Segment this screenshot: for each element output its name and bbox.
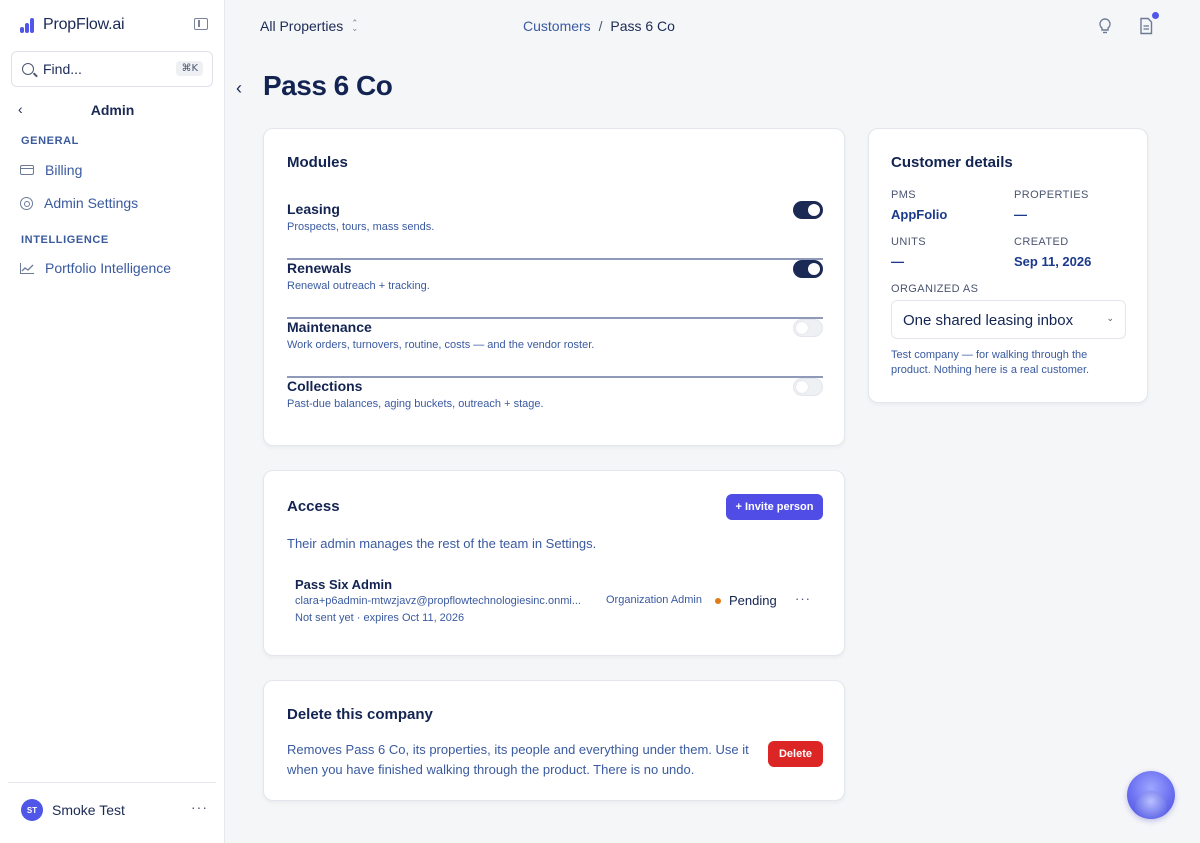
units-value: — [891,254,904,269]
admin-header: ‹ Admin [0,98,225,122]
admin-title: Admin [90,102,135,118]
module-name: Renewals [287,260,352,276]
sidebar-collapse-icon[interactable] [194,18,208,30]
breadcrumb: Customers / Pass 6 Co [523,18,675,34]
module-maintenance: Maintenance Work orders, turnovers, rout… [287,319,823,378]
properties-value: — [1014,207,1027,222]
app-name: PropFlow.ai [43,16,125,33]
notification-dot [1152,12,1159,19]
invite-person-button[interactable]: + Invite person [726,494,823,520]
pms-value: AppFolio [891,207,948,222]
breadcrumb-current: Pass 6 Co [610,18,675,34]
avatar: ST [21,799,43,821]
property-selector[interactable]: All Properties ⌃ ⌄ [260,18,359,34]
status-badge: Pending [729,593,777,608]
search-shortcut: ⌘K [176,61,203,76]
section-label-general: GENERAL [21,135,79,147]
access-title: Access [287,498,340,515]
module-description: Work orders, turnovers, routine, costs —… [287,339,595,351]
assistant-launcher-icon[interactable] [1127,771,1175,819]
pms-label: PMS [891,189,917,201]
row-more-icon[interactable]: ··· [795,591,811,606]
gear-icon [20,196,33,210]
line-chart-icon [20,262,34,274]
chevron-up-down-icon: ⌃ ⌄ [351,18,359,33]
module-description: Renewal outreach + tracking. [287,280,430,292]
person-email: clara+p6admin-mtwzjavz@propflowtechnolog… [295,595,581,607]
status-dot [715,598,721,604]
units-label: UNITS [891,236,926,248]
maintenance-toggle[interactable] [793,319,823,337]
credit-card-icon [20,165,34,175]
created-label: CREATED [1014,236,1069,248]
more-options-icon[interactable]: ··· [191,799,208,815]
search-box[interactable]: ⌘K [11,51,213,87]
sidebar-item-portfolio-intelligence[interactable]: Portfolio Intelligence [20,260,171,276]
module-renewals: Renewals Renewal outreach + tracking. [287,260,823,319]
search-input[interactable] [43,61,163,77]
properties-label: PROPERTIES [1014,189,1089,201]
module-name: Maintenance [287,319,372,335]
section-label-intelligence: INTELLIGENCE [21,234,109,246]
lightbulb-icon[interactable] [1097,17,1113,35]
leasing-toggle[interactable] [793,201,823,219]
customer-note: Test company — for walking through the p… [891,349,1090,376]
user-menu[interactable]: ST Smoke Test ··· [8,782,216,843]
access-subtitle: Their admin manages the rest of the team… [287,536,597,551]
module-description: Prospects, tours, mass sends. [287,221,435,233]
customer-details-title: Customer details [891,154,1013,171]
sidebar-item-admin-settings[interactable]: Admin Settings [20,195,138,211]
breadcrumb-separator: / [598,18,603,34]
page-title: Pass 6 Co [263,70,393,101]
back-chevron-icon[interactable]: ‹ [236,78,242,99]
person-role: Organization Admin [606,594,702,606]
delete-title: Delete this company [287,706,433,723]
organized-as-label: ORGANIZED AS [891,283,979,295]
renewals-toggle[interactable] [793,260,823,278]
delete-description: Removes Pass 6 Co, its properties, its p… [287,742,749,777]
document-icon[interactable] [1138,17,1154,35]
delete-button[interactable]: Delete [768,741,823,767]
collections-toggle[interactable] [793,378,823,396]
access-card: Access + Invite person Their admin manag… [263,470,845,656]
sidebar: PropFlow.ai ⌘K ‹ Admin GENERAL Billing A… [0,0,225,843]
breadcrumb-customers[interactable]: Customers [523,18,591,34]
sidebar-item-label: Portfolio Intelligence [45,260,172,276]
property-selector-value: All Properties [260,18,344,34]
modules-title: Modules [287,154,348,171]
module-name: Collections [287,378,363,394]
customer-details-card: Customer details PMS AppFolio PROPERTIES… [868,128,1148,403]
sidebar-item-label: Billing [45,162,83,178]
modules-card: Modules Leasing Prospects, tours, mass s… [263,128,845,446]
created-value: Sep 11, 2026 [1014,254,1092,269]
sidebar-item-label: Admin Settings [44,195,139,211]
module-description: Past-due balances, aging buckets, outrea… [287,398,544,410]
person-name: Pass Six Admin [295,577,393,592]
app-logo[interactable]: PropFlow.ai [20,15,125,35]
organized-as-value: One shared leasing inbox [903,312,1074,329]
organized-as-select[interactable]: One shared leasing inbox ⌄ [891,300,1126,339]
delete-card: Delete this company Removes Pass 6 Co, i… [263,680,845,801]
logo-mark-icon [20,15,38,35]
user-name: Smoke Test [52,802,125,818]
person-expiry: Not sent yet · expires Oct 11, 2026 [295,612,465,624]
module-collections: Collections Past-due balances, aging buc… [287,378,823,437]
sidebar-item-billing[interactable]: Billing [20,162,82,178]
chevron-down-icon: ⌄ [1106,313,1114,323]
search-icon [22,63,34,75]
module-leasing: Leasing Prospects, tours, mass sends. [287,201,823,260]
module-name: Leasing [287,201,340,217]
